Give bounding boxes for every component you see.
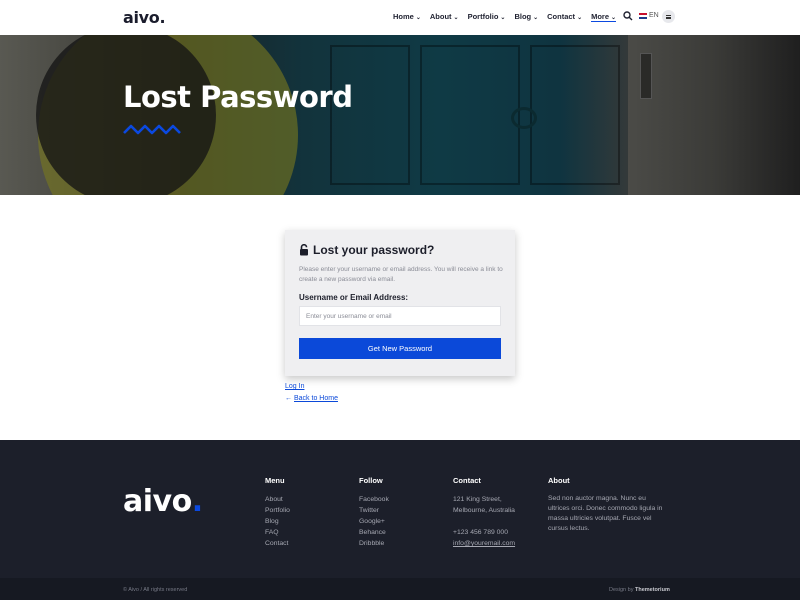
- footer-contact-title: Contact: [453, 476, 481, 485]
- designer-link[interactable]: Themetorium: [635, 587, 670, 593]
- chevron-down-icon: ⌄: [453, 15, 459, 21]
- back-to-home-label: Back to Home: [294, 395, 338, 402]
- site-header: aivo. Home ⌄ About ⌄ Portfolio ⌄ Blog ⌄ Cont…: [0, 0, 800, 35]
- hero-bg-door-panel: [330, 45, 410, 185]
- footer-social-link[interactable]: Facebook: [359, 494, 389, 505]
- chevron-down-icon: ⌄: [500, 15, 506, 21]
- nav-label: Portfolio: [467, 12, 499, 21]
- unlock-icon: [300, 244, 308, 256]
- chevron-down-icon: ⌄: [415, 15, 421, 21]
- nav-item-portfolio[interactable]: Portfolio ⌄: [468, 12, 506, 22]
- footer-social-link[interactable]: Behance: [359, 527, 389, 538]
- footer-address-line: Melbourne, Australia: [453, 507, 515, 514]
- nav-label: Home: [393, 12, 414, 21]
- uk-flag-icon: [639, 12, 647, 19]
- footer-menu-link[interactable]: Blog: [265, 516, 290, 527]
- log-in-link[interactable]: Log In: [285, 383, 304, 390]
- footer-email-link[interactable]: info@youremail.com: [453, 538, 515, 549]
- footer-bottom-bar: © Aivo / All rights reserved Design by T…: [0, 578, 800, 600]
- nav-label: More: [591, 12, 610, 21]
- footer-about-text: Sed non auctor magna. Nunc eu ultrices o…: [548, 495, 663, 532]
- hamburger-icon[interactable]: [662, 10, 675, 23]
- nav-item-contact[interactable]: Contact ⌄: [547, 12, 582, 22]
- footer-menu-title: Menu: [265, 476, 285, 485]
- site-footer: aivo. Menu About Portfolio Blog FAQ Cont…: [0, 440, 800, 578]
- search-icon[interactable]: [623, 11, 633, 21]
- footer-menu-link[interactable]: Portfolio: [265, 505, 290, 516]
- username-email-input[interactable]: [299, 306, 501, 326]
- footer-logo-text: aivo: [123, 484, 192, 519]
- username-label: Username or Email Address:: [299, 293, 409, 302]
- wave-decoration-icon: [123, 124, 181, 135]
- footer-phone[interactable]: +123 456 789 000: [453, 527, 515, 538]
- language-label: EN: [649, 12, 659, 19]
- nav-item-more[interactable]: More ⌄: [591, 12, 617, 22]
- card-description: Please enter your username or email addr…: [299, 266, 503, 283]
- nav-item-home[interactable]: Home ⌄: [393, 12, 421, 22]
- hero-bg-wall: [628, 35, 800, 195]
- footer-about-title: About: [548, 476, 570, 485]
- copyright-text: © Aivo / All rights reserved: [123, 587, 188, 593]
- design-credit: Design by Themetorium: [609, 587, 670, 593]
- hero-dark-circle: [36, 35, 216, 195]
- footer-follow-column: Follow Facebook Twitter Google+ Behance …: [359, 476, 389, 549]
- back-to-home-link[interactable]: ← Back to Home: [285, 395, 338, 402]
- footer-social-link[interactable]: Twitter: [359, 505, 389, 516]
- nav-item-blog[interactable]: Blog ⌄: [514, 12, 538, 22]
- footer-menu-link[interactable]: FAQ: [265, 527, 290, 538]
- nav-label: Contact: [547, 12, 576, 21]
- footer-menu-link[interactable]: About: [265, 494, 290, 505]
- card-title-text: Lost your password?: [313, 243, 435, 257]
- main-nav: Home ⌄ About ⌄ Portfolio ⌄ Blog ⌄ Contact ⌄ M…: [393, 12, 617, 22]
- footer-follow-title: Follow: [359, 476, 383, 485]
- page-title: Lost Password: [123, 80, 353, 114]
- chevron-down-icon: ⌄: [533, 15, 539, 21]
- footer-about-column: About Sed non auctor magna. Nunc eu ultr…: [548, 476, 668, 534]
- footer-menu-column: Menu About Portfolio Blog FAQ Contact: [265, 476, 290, 549]
- card-title: Lost your password?: [299, 243, 434, 257]
- lost-password-card: Lost your password? Please enter your us…: [285, 230, 515, 376]
- chevron-down-icon: ⌄: [611, 15, 617, 21]
- footer-address-line: 121 King Street,: [453, 496, 502, 503]
- get-new-password-button[interactable]: Get New Password: [299, 338, 501, 359]
- nav-item-about[interactable]: About ⌄: [430, 12, 459, 22]
- footer-logo[interactable]: aivo.: [123, 484, 203, 519]
- hero-banner: Lost Password: [0, 35, 800, 195]
- hero-bg-door-panel: [420, 45, 520, 185]
- nav-label: About: [429, 12, 452, 21]
- arrow-left-icon: ←: [285, 395, 292, 402]
- footer-contact-column: Contact 121 King Street, Melbourne, Aust…: [453, 476, 515, 549]
- footer-social-link[interactable]: Google+: [359, 516, 389, 527]
- hero-bg-intercom: [640, 53, 652, 99]
- footer-social-link[interactable]: Dribbble: [359, 538, 389, 549]
- chevron-down-icon: ⌄: [577, 15, 583, 21]
- footer-logo-dot: .: [191, 484, 203, 519]
- site-logo[interactable]: aivo.: [123, 8, 166, 27]
- hero-bg-door-panel: [530, 45, 620, 185]
- footer-menu-link[interactable]: Contact: [265, 538, 290, 549]
- language-switcher[interactable]: EN: [639, 12, 659, 19]
- nav-label: Blog: [514, 12, 532, 21]
- hero-bg-knocker: [511, 107, 537, 129]
- design-credit-prefix: Design by: [609, 587, 634, 593]
